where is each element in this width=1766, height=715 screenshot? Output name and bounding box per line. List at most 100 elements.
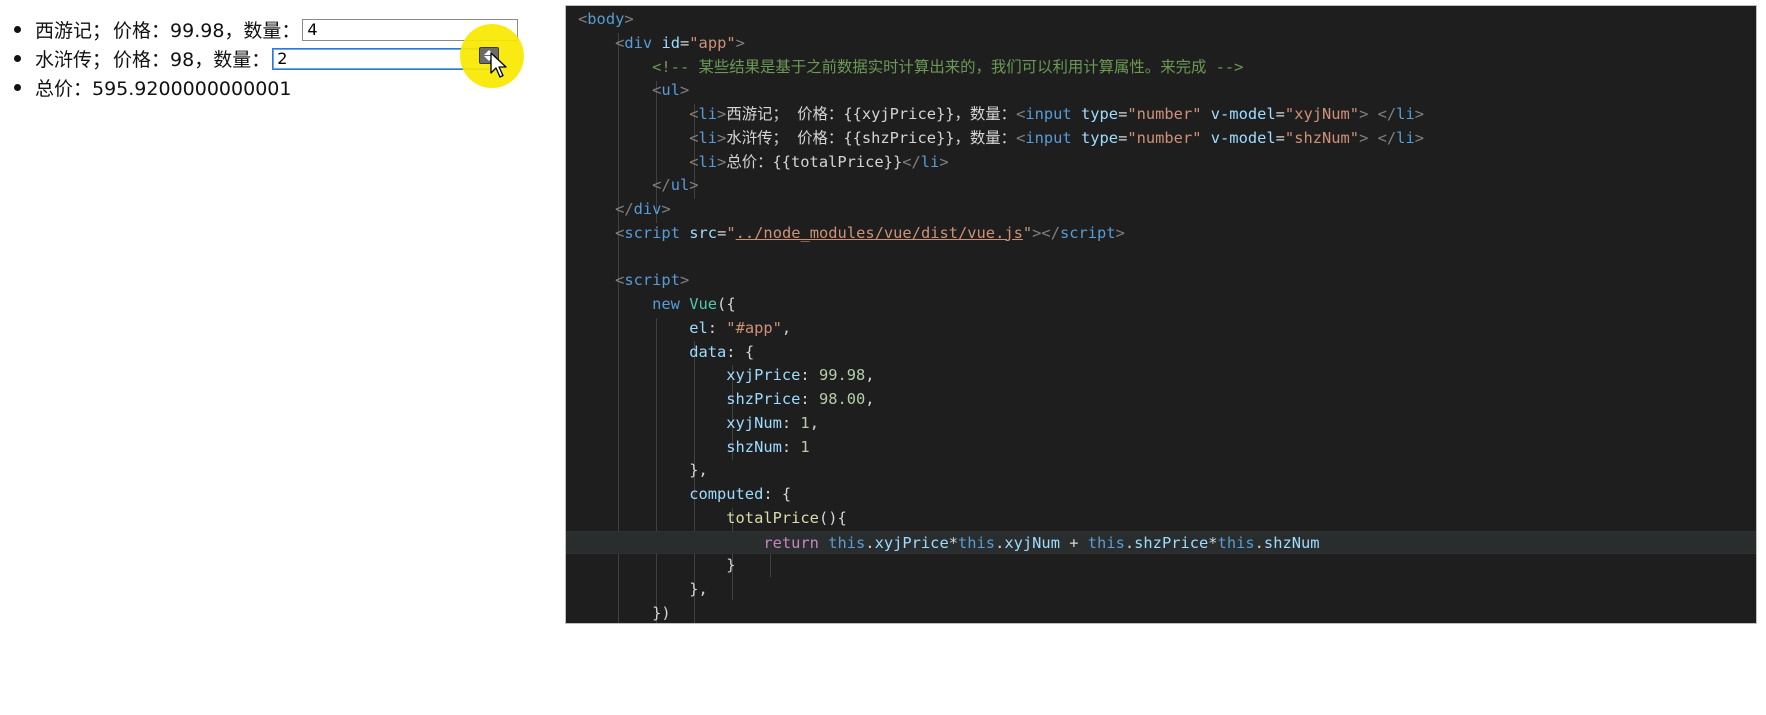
code-token: type bbox=[1080, 128, 1119, 147]
code-token: input bbox=[1025, 105, 1072, 123]
code-line[interactable]: <body> bbox=[578, 8, 1756, 32]
code-line[interactable]: xyjNum: 1, bbox=[578, 412, 1756, 436]
code-token: : bbox=[781, 437, 801, 456]
code-token: this bbox=[1087, 533, 1125, 552]
code-token: ({ bbox=[717, 295, 736, 313]
code-token: shzNum bbox=[1263, 533, 1320, 552]
code-token: ul bbox=[670, 176, 690, 195]
code-token: ul bbox=[661, 81, 680, 100]
code-token: > bbox=[717, 105, 727, 123]
code-token: type bbox=[1080, 105, 1119, 123]
mouse-pointer-icon bbox=[490, 52, 507, 78]
code-line[interactable]: return this.xyjPrice*this.xyjNum + this.… bbox=[566, 530, 1756, 555]
code-line[interactable] bbox=[578, 246, 1756, 270]
code-line[interactable]: <li>总价：{{totalPrice}}</li> bbox=[578, 151, 1756, 175]
code-line[interactable]: computed: { bbox=[578, 483, 1756, 507]
code-token: "number" bbox=[1127, 128, 1202, 147]
code-line[interactable]: data: { bbox=[578, 341, 1756, 365]
code-token: > bbox=[679, 271, 690, 290]
code-line[interactable]: <div id="app"> bbox=[578, 32, 1756, 56]
code-line[interactable]: } bbox=[578, 554, 1756, 578]
code-token: v-model bbox=[1210, 105, 1276, 123]
code-token: > bbox=[717, 128, 727, 147]
code-token: 1 bbox=[800, 437, 810, 456]
code-line[interactable]: shzPrice: 98.00, bbox=[578, 388, 1756, 412]
code-token: "number" bbox=[1127, 105, 1202, 123]
code-token: li bbox=[698, 152, 718, 171]
code-token: li bbox=[698, 128, 718, 147]
code-token: : bbox=[800, 390, 819, 408]
bullet-icon bbox=[14, 55, 21, 62]
code-token: > bbox=[1359, 128, 1369, 147]
code-token: > bbox=[679, 81, 690, 100]
code-token: } bbox=[578, 556, 736, 575]
code-token: li bbox=[698, 105, 718, 123]
code-token: < bbox=[615, 271, 625, 290]
code-token: * bbox=[1208, 533, 1218, 552]
browser-preview: 西游记； 价格：99.98，数量： 水浒传； 价格：98，数量： 总价：595.… bbox=[0, 0, 600, 715]
code-line[interactable]: <script> bbox=[578, 269, 1756, 293]
code-line[interactable]: xyjPrice: 99.98, bbox=[578, 364, 1756, 388]
code-line[interactable]: </div> bbox=[578, 198, 1756, 222]
code-token: "shzNum" bbox=[1284, 128, 1360, 147]
code-token: xyjPrice bbox=[874, 533, 949, 552]
item-title: 水浒传； bbox=[35, 49, 112, 71]
code-line[interactable]: <li>西游记； 价格：{{xyjPrice}}，数量：<input type=… bbox=[578, 103, 1756, 127]
code-token: 1 bbox=[800, 413, 810, 432]
code-token: body bbox=[587, 10, 625, 28]
code-token: : bbox=[707, 318, 727, 337]
code-token: < bbox=[1016, 128, 1026, 147]
code-token: Vue bbox=[689, 295, 718, 313]
code-line[interactable]: }, bbox=[578, 578, 1756, 602]
code-line[interactable]: <script src="../node_modules/vue/dist/vu… bbox=[578, 222, 1756, 246]
code-line[interactable]: }) bbox=[578, 602, 1756, 623]
code-editor[interactable]: <body> <div id="app"> <!-- 某些结果是基于之前数据实时… bbox=[565, 5, 1757, 624]
code-line[interactable]: totalPrice(){ bbox=[578, 507, 1756, 531]
code-content[interactable]: <body> <div id="app"> <!-- 某些结果是基于之前数据实时… bbox=[566, 8, 1756, 623]
code-token: > bbox=[1115, 223, 1125, 242]
code-token: div bbox=[624, 33, 653, 52]
code-token: < bbox=[615, 223, 625, 242]
code-token: "app" bbox=[689, 33, 736, 52]
code-line[interactable]: new Vue({ bbox=[578, 293, 1756, 317]
code-token: , bbox=[809, 413, 819, 432]
code-line[interactable]: }, bbox=[578, 459, 1756, 483]
code-line[interactable]: shzNum: 1 bbox=[578, 436, 1756, 460]
code-token: * bbox=[948, 533, 958, 552]
code-token: script bbox=[624, 271, 680, 290]
code-token: this bbox=[828, 533, 866, 552]
code-line[interactable]: el: "#app", bbox=[578, 317, 1756, 341]
code-token: }, bbox=[578, 580, 708, 598]
code-token: div bbox=[633, 200, 662, 218]
code-token: ../node_modules/vue/dist/vue.js bbox=[735, 223, 1023, 242]
code-token: > bbox=[1414, 105, 1424, 123]
book-list: 西游记； 价格：99.98，数量： 水浒传； 价格：98，数量： 总价：595.… bbox=[14, 15, 519, 102]
code-line[interactable]: <!-- 某些结果是基于之前数据实时计算出来的，我们可以利用计算属性。来完成 -… bbox=[578, 56, 1756, 80]
code-line[interactable]: </ul> bbox=[578, 174, 1756, 198]
code-token: 99.98 bbox=[818, 366, 866, 385]
code-token: </ bbox=[1377, 105, 1397, 123]
code-token: > bbox=[689, 176, 699, 195]
code-token: shzPrice bbox=[726, 390, 801, 408]
code-line[interactable]: <li>水浒传； 价格：{{shzPrice}}，数量：<input type=… bbox=[578, 127, 1756, 151]
code-token: : bbox=[800, 366, 819, 385]
code-token: < bbox=[1016, 105, 1026, 123]
item-price-label: 价格：99.98，数量： bbox=[113, 20, 301, 42]
code-line[interactable]: <ul> bbox=[578, 79, 1756, 103]
code-token: shzNum bbox=[726, 437, 782, 456]
code-token: . bbox=[1254, 533, 1264, 552]
